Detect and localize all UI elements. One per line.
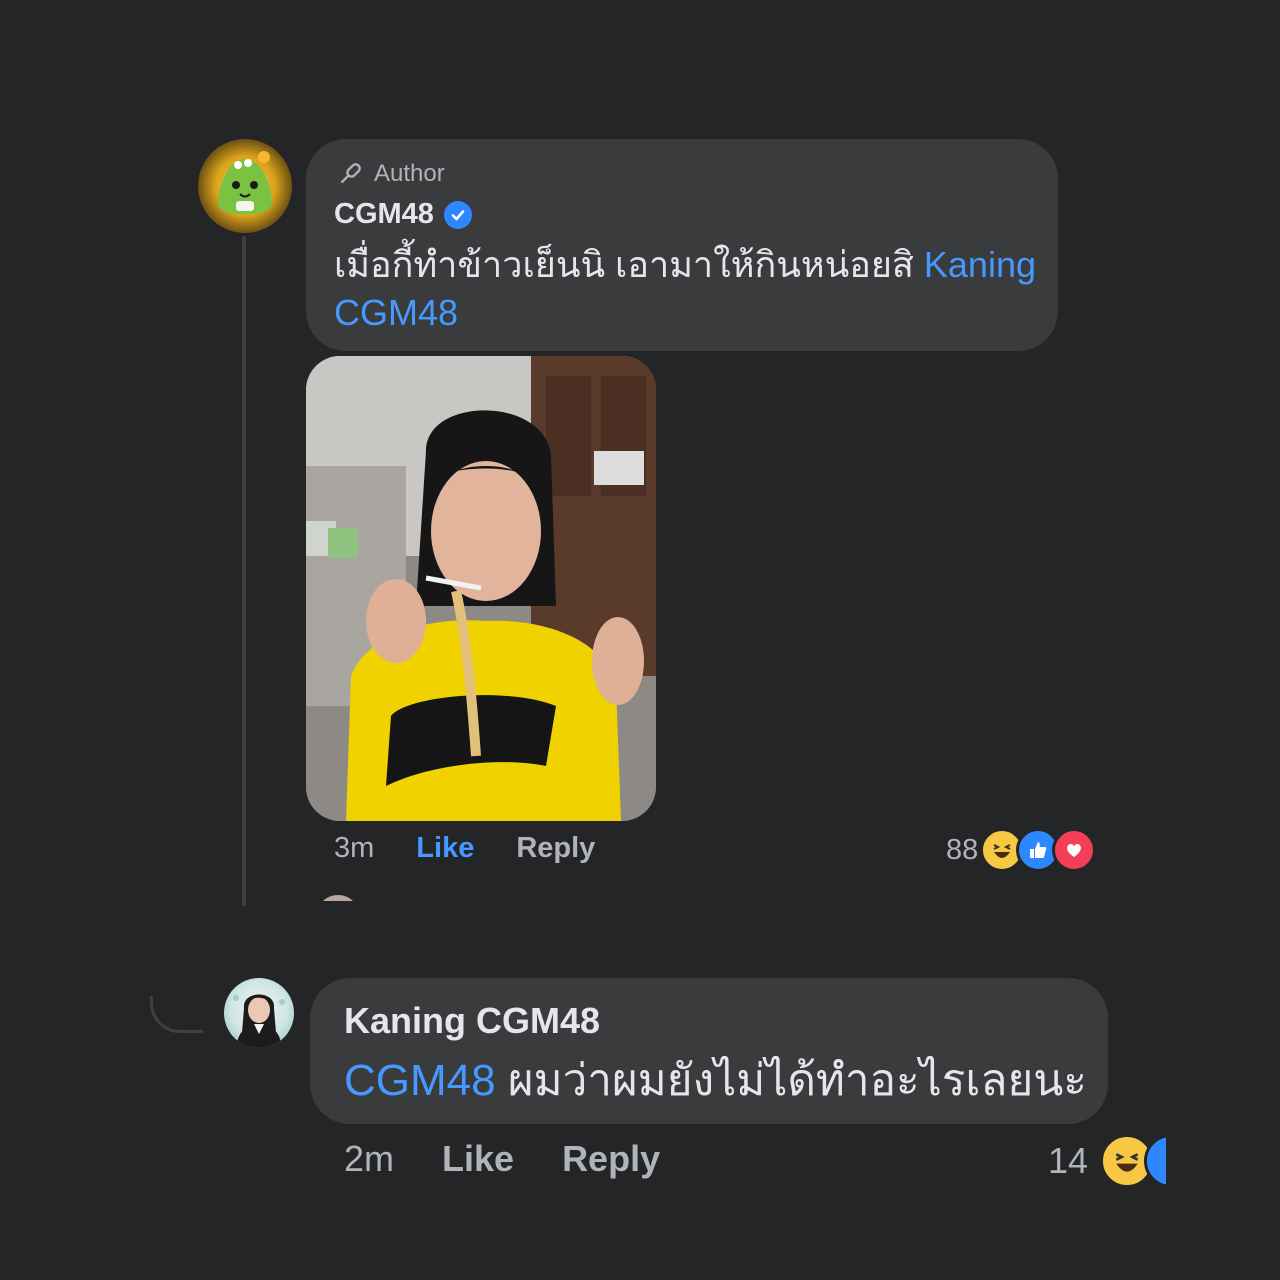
mascot-icon <box>217 151 273 214</box>
comment-timestamp[interactable]: 3m <box>334 832 374 865</box>
reply-reactions-summary[interactable]: 14 <box>1048 1134 1166 1188</box>
reply-author-avatar[interactable] <box>224 978 294 1048</box>
reply-text: CGM48 ผมว่าผมยังไม่ได้ทำอะไรเลยนะ <box>344 1054 1087 1108</box>
reply-connector <box>150 996 203 1033</box>
reply-reaction-count[interactable]: 14 <box>1048 1140 1088 1182</box>
reactions-summary[interactable]: 88 <box>946 828 1097 872</box>
reply-button[interactable]: Reply <box>516 832 595 865</box>
like-icon <box>1144 1134 1166 1188</box>
reply-author-name[interactable]: Kaning CGM48 <box>344 1000 600 1042</box>
author-avatar[interactable] <box>198 139 292 233</box>
profile-photo <box>233 994 285 1048</box>
love-icon <box>1052 828 1097 872</box>
reply-actions: 2m Like Reply <box>344 1138 660 1180</box>
like-button[interactable]: Like <box>416 832 474 865</box>
reply-reply-button[interactable]: Reply <box>562 1138 660 1180</box>
author-name-text[interactable]: CGM48 <box>334 198 434 231</box>
reaction-count[interactable]: 88 <box>946 834 978 867</box>
comment-actions: 3m Like Reply <box>334 832 595 865</box>
comment-body: เมื่อกี้ทำข้าวเย็นนิ เอามาให้กินหน่อยสิ <box>334 244 924 285</box>
reply-body: ผมว่าผมยังไม่ได้ทำอะไรเลยนะ <box>495 1056 1087 1105</box>
comment-text: เมื่อกี้ทำข้าวเย็นนิ เอามาให้กินหน่อยสิ … <box>334 241 1044 337</box>
comment-photo[interactable] <box>306 356 656 821</box>
photo-image <box>306 356 656 821</box>
hidden-reply-avatar <box>316 895 360 901</box>
thread-line <box>242 236 246 906</box>
author-badge: Author <box>336 158 445 190</box>
verified-badge-icon <box>443 200 472 229</box>
comment-author-name[interactable]: CGM48 <box>334 198 472 231</box>
reply-timestamp[interactable]: 2m <box>344 1138 394 1180</box>
author-badge-label: Author <box>374 160 445 187</box>
microphone-icon <box>340 163 361 184</box>
reply-mention-link[interactable]: CGM48 <box>344 1056 496 1105</box>
reply-like-button[interactable]: Like <box>442 1138 514 1180</box>
